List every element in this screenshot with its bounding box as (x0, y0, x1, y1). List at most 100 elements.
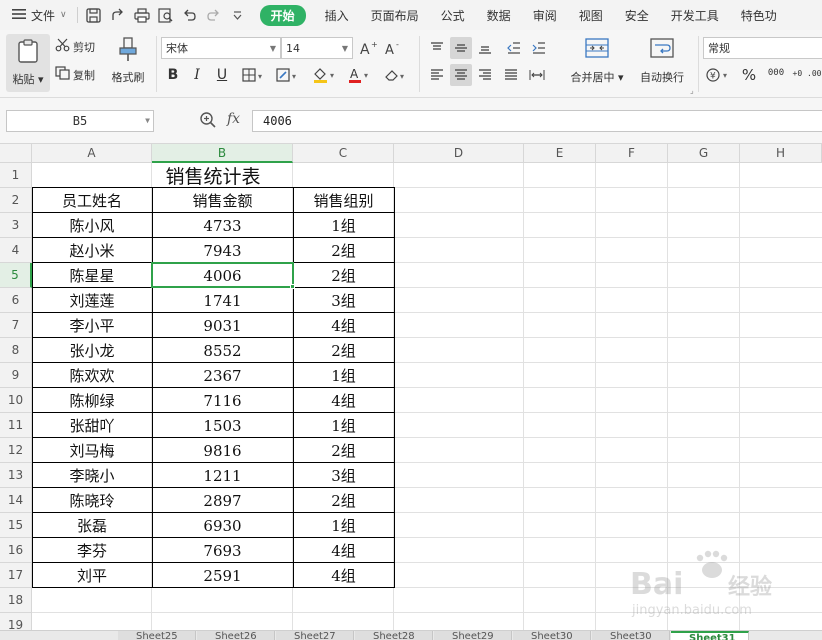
merge-center-button[interactable]: 合并居中 ▾ (566, 36, 628, 85)
zoom-icon[interactable] (199, 111, 217, 132)
sales-group-cell[interactable]: 4组 (293, 538, 394, 563)
insert-function-button[interactable]: fx (227, 111, 240, 127)
align-top-icon[interactable] (426, 37, 448, 59)
currency-format-icon[interactable]: ¥ ▾ (704, 64, 734, 86)
row-header-10[interactable]: 10 (0, 388, 32, 413)
align-center-icon[interactable] (450, 64, 472, 86)
align-left-icon[interactable] (426, 64, 448, 86)
sales-group-cell[interactable]: 3组 (293, 463, 394, 488)
sheet-tab[interactable]: Sheet30 (513, 631, 591, 640)
tab-page-layout[interactable]: 页面布局 (360, 7, 430, 24)
select-all-corner[interactable] (0, 144, 32, 163)
row-header-13[interactable]: 13 (0, 463, 32, 488)
thousands-separator-icon[interactable]: 000 (764, 62, 788, 84)
employee-name-cell[interactable]: 赵小米 (32, 238, 152, 263)
increase-indent-icon[interactable] (528, 37, 550, 59)
sales-group-cell[interactable]: 1组 (293, 213, 394, 238)
row-header-5[interactable]: 5 (0, 263, 32, 288)
column-header-a[interactable]: A (32, 144, 152, 163)
distribute-icon[interactable] (526, 64, 548, 86)
employee-name-cell[interactable]: 张磊 (32, 513, 152, 538)
tab-developer[interactable]: 开发工具 (660, 7, 730, 24)
sales-amount-cell[interactable]: 6930 (152, 513, 293, 538)
sales-amount-cell[interactable]: 2367 (152, 363, 293, 388)
print-icon[interactable] (130, 3, 154, 27)
tab-security[interactable]: 安全 (614, 7, 660, 24)
row-header-9[interactable]: 9 (0, 363, 32, 388)
copy-button[interactable]: 复制 (55, 66, 95, 83)
employee-name-cell[interactable]: 李小平 (32, 313, 152, 338)
sales-group-cell[interactable]: 4组 (293, 388, 394, 413)
tab-view[interactable]: 视图 (568, 7, 614, 24)
sheet-tab[interactable]: Sheet27 (276, 631, 354, 640)
borders-icon[interactable]: ▾ (240, 64, 270, 86)
column-header-d[interactable]: D (394, 144, 524, 163)
save-icon[interactable] (82, 3, 106, 27)
italic-icon[interactable]: I (186, 64, 208, 86)
row-header-19[interactable]: 19 (0, 613, 32, 630)
sales-group-cell[interactable]: 2组 (293, 438, 394, 463)
sales-amount-cell[interactable]: 1741 (152, 288, 293, 313)
sales-amount-cell[interactable]: 7116 (152, 388, 293, 413)
column-header-c[interactable]: C (293, 144, 394, 163)
sales-amount-cell[interactable]: 2591 (152, 563, 293, 588)
sales-amount-cell[interactable]: 2897 (152, 488, 293, 513)
align-right-icon[interactable] (474, 64, 496, 86)
fill-color-icon[interactable]: ▾ (310, 64, 342, 86)
table-title-cell[interactable]: 销售统计表 (32, 163, 394, 188)
row-header-3[interactable]: 3 (0, 213, 32, 238)
sheet-tab[interactable]: Sheet26 (197, 631, 275, 640)
sales-group-cell[interactable]: 2组 (293, 488, 394, 513)
row-header-12[interactable]: 12 (0, 438, 32, 463)
row-header-14[interactable]: 14 (0, 488, 32, 513)
sales-amount-cell[interactable]: 7693 (152, 538, 293, 563)
column-header-e[interactable]: E (524, 144, 596, 163)
alignment-dialog-launcher-icon[interactable]: ⌟ (690, 86, 694, 95)
row-header-17[interactable]: 17 (0, 563, 32, 588)
undo-icon[interactable] (178, 3, 202, 27)
row-header-6[interactable]: 6 (0, 288, 32, 313)
employee-name-cell[interactable]: 李芬 (32, 538, 152, 563)
sales-group-cell[interactable]: 1组 (293, 363, 394, 388)
tab-data[interactable]: 数据 (476, 7, 522, 24)
paste-button[interactable]: 粘贴 ▾ (6, 34, 50, 92)
sheet-navigation-arrows[interactable] (0, 631, 118, 640)
sales-group-cell[interactable]: 1组 (293, 413, 394, 438)
row-header-15[interactable]: 15 (0, 513, 32, 538)
sheet-tab[interactable]: Sheet30 (592, 631, 670, 640)
employee-name-cell[interactable]: 刘平 (32, 563, 152, 588)
column-header-h[interactable]: H (740, 144, 822, 163)
sales-amount-cell[interactable]: 9816 (152, 438, 293, 463)
font-name-select[interactable]: 宋体 ▼ (161, 37, 281, 59)
header-cell[interactable]: 销售金额 (152, 188, 293, 213)
row-header-1[interactable]: 1 (0, 163, 32, 188)
font-color-icon[interactable]: A ▾ (346, 64, 376, 86)
align-middle-icon[interactable] (450, 37, 472, 59)
number-format-select[interactable]: 常规 (703, 37, 822, 59)
wrap-text-button[interactable]: 自动换行 (636, 36, 688, 85)
sales-amount-cell[interactable]: 8552 (152, 338, 293, 363)
justify-icon[interactable] (500, 64, 522, 86)
redo-icon[interactable] (202, 3, 226, 27)
sheet-tab[interactable]: Sheet25 (118, 631, 196, 640)
tab-special-features[interactable]: 特色功 (730, 7, 788, 24)
employee-name-cell[interactable]: 张小龙 (32, 338, 152, 363)
row-header-2[interactable]: 2 (0, 188, 32, 213)
header-cell[interactable]: 销售组别 (293, 188, 394, 213)
header-cell[interactable]: 员工姓名 (32, 188, 152, 213)
sales-group-cell[interactable]: 3组 (293, 288, 394, 313)
formula-input[interactable]: 4006 (252, 110, 822, 132)
employee-name-cell[interactable]: 刘莲莲 (32, 288, 152, 313)
employee-name-cell[interactable]: 陈小风 (32, 213, 152, 238)
share-icon[interactable] (106, 3, 130, 27)
row-header-7[interactable]: 7 (0, 313, 32, 338)
employee-name-cell[interactable]: 陈柳绿 (32, 388, 152, 413)
column-header-g[interactable]: G (668, 144, 740, 163)
row-header-8[interactable]: 8 (0, 338, 32, 363)
fill-handle[interactable] (290, 284, 295, 289)
clear-format-icon[interactable]: ▾ (382, 64, 412, 86)
format-painter-button[interactable]: 格式刷 (106, 36, 150, 85)
print-preview-icon[interactable] (154, 3, 178, 27)
employee-name-cell[interactable]: 陈晓玲 (32, 488, 152, 513)
sales-amount-cell[interactable]: 1503 (152, 413, 293, 438)
